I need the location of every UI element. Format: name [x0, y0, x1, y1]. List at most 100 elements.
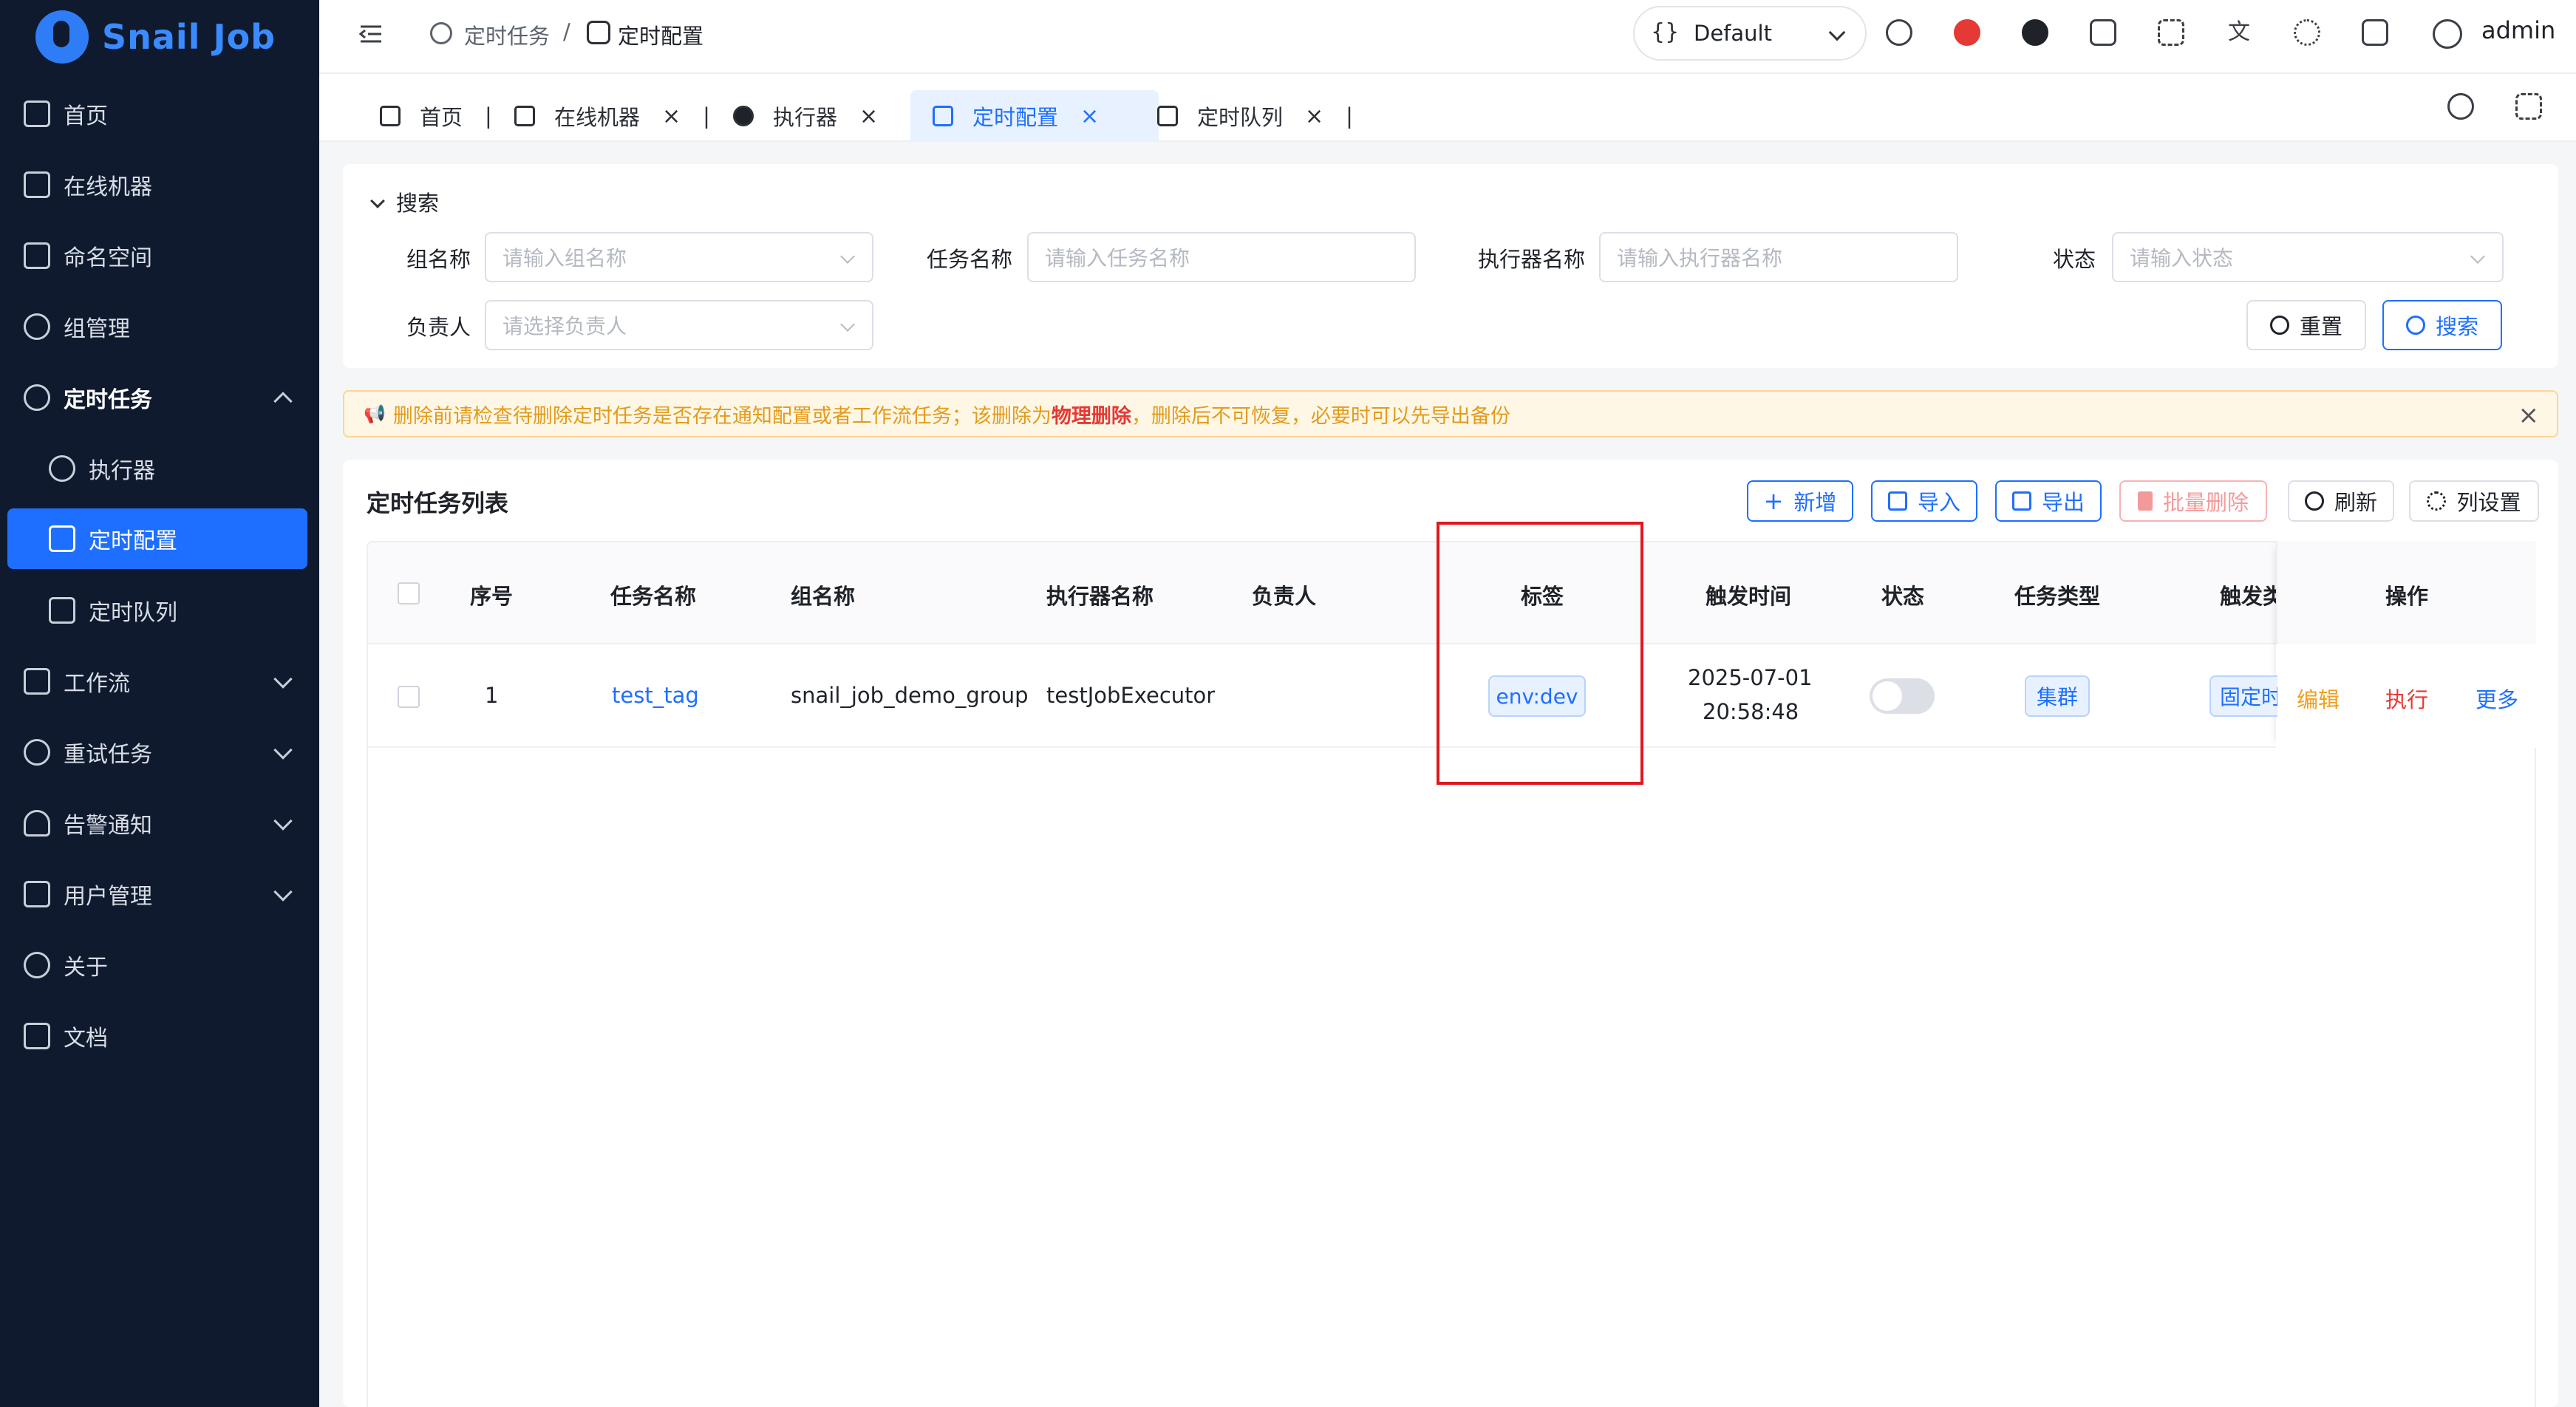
header-trigger-type: 触发类	[2220, 584, 2280, 609]
row-index: 1	[485, 683, 499, 708]
alert-text-after: ，删除后不可恢复，必要时可以先导出备份	[1131, 404, 1510, 428]
tab-label: 定时队列	[1197, 105, 1284, 130]
executor-label: 执行器名称	[1478, 247, 1586, 272]
status-placeholder: 请输入状态	[2130, 246, 2234, 270]
close-icon[interactable]: ×	[1080, 103, 1099, 129]
close-icon[interactable]: ×	[859, 103, 878, 129]
add-button[interactable]: + 新增	[1747, 480, 1853, 522]
sidebar-item-label: 首页	[64, 103, 108, 129]
row-executor: testJobExecutor	[1046, 683, 1216, 708]
sidebar-item-label: 重试任务	[64, 742, 152, 768]
search-collapse-toggle[interactable]: 搜索	[370, 186, 439, 217]
sidebar-item-label: 组管理	[64, 316, 130, 342]
translate-icon[interactable]: 文	[2226, 19, 2252, 46]
close-icon[interactable]: ×	[662, 103, 681, 129]
search-icon	[2405, 316, 2425, 335]
refresh-button[interactable]: 刷新	[2288, 480, 2394, 522]
user-avatar-icon[interactable]	[2433, 19, 2462, 49]
row-checkbox[interactable]	[398, 686, 420, 708]
github-icon[interactable]	[2022, 19, 2048, 46]
search-button[interactable]: 搜索	[2382, 300, 2502, 350]
header-ops: 操作	[2385, 584, 2429, 609]
sidebar-item-about[interactable]: 关于	[0, 934, 319, 996]
executor-input[interactable]: 请输入执行器名称	[1599, 232, 1958, 282]
sidebar-item-alerts[interactable]: 告警通知	[0, 792, 319, 854]
reload-icon[interactable]	[2447, 93, 2474, 120]
workflow-icon	[24, 668, 50, 695]
row-status-toggle[interactable]	[1870, 678, 1935, 714]
breadcrumb-scheduled-tasks[interactable]: 定时任务	[464, 19, 550, 50]
row-task-name-link[interactable]: test_tag	[612, 683, 699, 708]
close-icon[interactable]: ×	[1305, 103, 1323, 129]
braces-icon	[24, 242, 50, 269]
row-trigger-date: 2025-07-01	[1688, 665, 1813, 690]
document-settings-icon[interactable]	[2090, 19, 2116, 46]
sidebar-item-scheduled-queue[interactable]: 定时队列	[0, 579, 319, 641]
warning-alert: 📢 删除前请检查待删除定时任务是否存在通知配置或者工作流任务；该删除为 物理删除…	[343, 390, 2558, 437]
sidebar-item-label: 执行器	[89, 458, 155, 484]
owner-select[interactable]: 请选择负责人	[485, 300, 873, 350]
header-task-name: 任务名称	[610, 584, 697, 609]
download-icon	[1887, 491, 1907, 511]
queue-icon	[49, 597, 75, 624]
sidebar-item-users[interactable]: 用户管理	[0, 863, 319, 925]
user-name[interactable]: admin	[2481, 16, 2555, 44]
fullscreen-icon[interactable]	[2158, 19, 2184, 46]
collapse-menu-icon[interactable]	[358, 21, 384, 47]
gitee-icon[interactable]	[1954, 19, 1980, 46]
group-icon	[24, 313, 50, 340]
tab-scheduled-queue[interactable]: 定时队列 × |	[1157, 90, 1353, 142]
import-button[interactable]: 导入	[1871, 480, 1977, 522]
task-input[interactable]: 请输入任务名称	[1027, 232, 1416, 282]
sidebar-item-label: 文档	[64, 1026, 108, 1052]
reset-icon	[2269, 316, 2289, 335]
sidebar-item-scheduled-tasks[interactable]: 定时任务	[0, 367, 319, 429]
snail-logo-icon	[35, 10, 89, 64]
sidebar-item-groups[interactable]: 组管理	[0, 296, 319, 358]
sidebar-item-workflow[interactable]: 工作流	[0, 650, 319, 712]
chevron-down-icon	[370, 194, 385, 208]
tag-column-highlight	[1437, 522, 1643, 785]
reset-button[interactable]: 重置	[2246, 300, 2366, 350]
sidebar-item-scheduled-config[interactable]: 定时配置	[7, 508, 307, 569]
close-icon[interactable]: ×	[2518, 401, 2540, 430]
sidebar-item-online-machines[interactable]: 在线机器	[0, 154, 319, 216]
namespace-select[interactable]: {} Default	[1633, 6, 1867, 61]
megaphone-icon: 📢	[364, 403, 386, 424]
export-button[interactable]: 导出	[1995, 480, 2102, 522]
sidebar-item-executors[interactable]: 执行器	[0, 437, 319, 500]
checklist-icon	[587, 21, 610, 44]
fullscreen-icon[interactable]	[2515, 93, 2542, 120]
group-label: 组名称	[406, 247, 471, 272]
tab-online-machines[interactable]: 在线机器 × |	[514, 90, 710, 142]
batch-delete-button[interactable]: 批量删除	[2119, 480, 2267, 522]
sidebar-item-namespace[interactable]: 命名空间	[0, 225, 319, 287]
status-select[interactable]: 请输入状态	[2112, 232, 2504, 282]
sidebar-item-label: 告警通知	[64, 813, 152, 839]
sidebar-item-home[interactable]: 首页	[0, 83, 319, 145]
app-logo[interactable]: Snail Job	[35, 7, 276, 67]
theme-config-icon[interactable]	[2362, 19, 2388, 46]
task-label: 任务名称	[927, 247, 1013, 272]
group-select[interactable]: 请输入组名称	[485, 232, 873, 282]
tab-home[interactable]: 首页 |	[380, 90, 492, 142]
run-link[interactable]: 执行	[2385, 683, 2428, 714]
tab-label: 执行器	[773, 105, 838, 130]
timer-icon	[430, 22, 452, 44]
app-name: Snail Job	[102, 17, 276, 57]
sidebar-item-retry-tasks[interactable]: 重试任务	[0, 721, 319, 783]
header-index: 序号	[470, 584, 514, 609]
more-link[interactable]: 更多	[2476, 683, 2518, 714]
gear-icon	[2427, 491, 2447, 511]
import-label: 导入	[1917, 490, 1960, 515]
search-icon[interactable]	[1886, 19, 1912, 46]
tab-executors[interactable]: 执行器 ×	[733, 90, 878, 142]
edit-link[interactable]: 编辑	[2297, 683, 2340, 714]
braces-icon: {}	[1651, 19, 1680, 45]
sun-icon[interactable]	[2294, 19, 2320, 46]
owner-placeholder: 请选择负责人	[502, 314, 627, 338]
select-all-checkbox[interactable]	[398, 582, 420, 604]
column-settings-button[interactable]: 列设置	[2409, 480, 2539, 522]
tab-scheduled-config[interactable]: 定时配置 ×	[910, 90, 1159, 142]
sidebar-item-docs[interactable]: 文档	[0, 1005, 319, 1067]
